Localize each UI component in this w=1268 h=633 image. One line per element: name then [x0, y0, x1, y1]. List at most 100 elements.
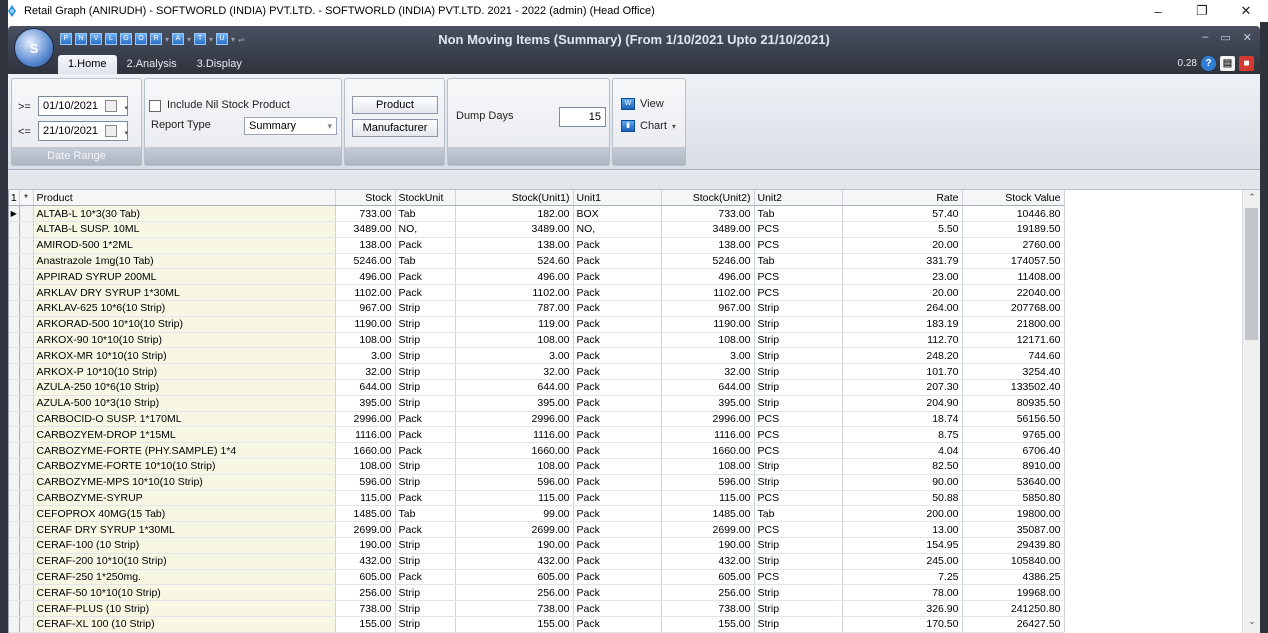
cell-product[interactable]: CERAF DRY SYRUP 1*30ML: [33, 521, 336, 539]
cell-unit2[interactable]: Tab: [754, 505, 843, 523]
table-row[interactable]: AZULA-500 10*3(10 Strip) 395.00 Strip 395.0…: [9, 395, 1065, 412]
cell-unit2[interactable]: Strip: [754, 379, 843, 396]
cell-stock-unit2[interactable]: 3.00: [661, 347, 755, 365]
cell-stock-unit2[interactable]: 108.00: [661, 458, 755, 475]
cell-rate[interactable]: 7.25: [842, 569, 963, 586]
cell-stock-unit1[interactable]: 99.00: [455, 505, 574, 523]
cell-rate[interactable]: 245.00: [842, 553, 963, 570]
cell-product[interactable]: ARKOX-MR 10*10(10 Strip): [33, 347, 336, 365]
cell-stock-unit1[interactable]: 138.00: [455, 237, 574, 254]
row-selector[interactable]: [9, 553, 20, 570]
scroll-down-icon[interactable]: ⌄: [1243, 616, 1260, 627]
cell-stock-value[interactable]: 26427.50: [962, 616, 1065, 633]
table-row[interactable]: CERAF DRY SYRUP 1*30ML 2699.00 Pack 2699.00…: [9, 521, 1065, 539]
cell-rate[interactable]: 326.90: [842, 600, 963, 618]
cell-stock-value[interactable]: 19968.00: [962, 584, 1065, 602]
cell-stock-unit[interactable]: Pack: [395, 237, 456, 254]
cell-stock-unit2[interactable]: 256.00: [661, 584, 755, 602]
cell-stock-unit[interactable]: Strip: [395, 300, 456, 317]
cell-rate[interactable]: 5.50: [842, 221, 963, 238]
cell-stock-value[interactable]: 133502.40: [962, 379, 1065, 396]
cell-stock-unit[interactable]: Pack: [395, 569, 456, 586]
header-unit2[interactable]: Unit2: [754, 190, 843, 207]
cell-stock-value[interactable]: 207768.00: [962, 300, 1065, 317]
cell-stock-unit2[interactable]: 605.00: [661, 569, 755, 586]
cell-stock-unit2[interactable]: 2996.00: [661, 411, 755, 428]
cell-stock-unit2[interactable]: 1190.00: [661, 316, 755, 333]
cell-unit1[interactable]: Pack: [573, 237, 662, 254]
cell-stock-unit1[interactable]: 395.00: [455, 395, 574, 412]
chevron-down-icon[interactable]: ▾: [124, 100, 128, 118]
table-row[interactable]: CARBOZYEM-DROP 1*15ML 1116.00 Pack 1116.00 P…: [9, 426, 1065, 444]
row-selector[interactable]: [9, 284, 20, 302]
cell-unit1[interactable]: Pack: [573, 426, 662, 444]
cell-unit2[interactable]: PCS: [754, 411, 843, 428]
cell-stock-unit[interactable]: Strip: [395, 616, 456, 633]
cell-product[interactable]: CARBOZYEM-DROP 1*15ML: [33, 426, 336, 444]
cell-stock[interactable]: 5246.00: [335, 253, 396, 270]
cell-unit1[interactable]: Pack: [573, 521, 662, 539]
cell-stock[interactable]: 1485.00: [335, 505, 396, 523]
row-selector[interactable]: [9, 268, 20, 286]
cell-unit1[interactable]: Pack: [573, 253, 662, 270]
row-selector[interactable]: [9, 505, 20, 523]
cell-unit1[interactable]: Pack: [573, 553, 662, 570]
cell-stock-unit1[interactable]: 3.00: [455, 347, 574, 365]
cell-rate[interactable]: 264.00: [842, 300, 963, 317]
cell-stock[interactable]: 432.00: [335, 553, 396, 570]
cell-unit2[interactable]: Tab: [754, 253, 843, 270]
table-row[interactable]: ▶ ALTAB-L 10*3(30 Tab) 733.00 Tab 182.00 BOX 7…: [9, 205, 1065, 223]
cell-stock-value[interactable]: 12171.60: [962, 332, 1065, 349]
cell-rate[interactable]: 207.30: [842, 379, 963, 396]
exit-icon[interactable]: ■: [1239, 56, 1254, 71]
cell-unit2[interactable]: Strip: [754, 347, 843, 365]
cell-product[interactable]: ARKLAV-625 10*6(10 Strip): [33, 300, 336, 317]
cell-product[interactable]: CARBOCID-O SUSP. 1*170ML: [33, 411, 336, 428]
table-row[interactable]: APPIRAD SYRUP 200ML 496.00 Pack 496.00 Pack 4…: [9, 268, 1065, 286]
table-row[interactable]: CARBOCID-O SUSP. 1*170ML 2996.00 Pack 2996.…: [9, 411, 1065, 428]
cell-unit2[interactable]: Tab: [754, 205, 843, 223]
cell-stock-unit1[interactable]: 738.00: [455, 600, 574, 618]
cell-unit1[interactable]: Pack: [573, 332, 662, 349]
cell-rate[interactable]: 20.00: [842, 284, 963, 302]
cell-unit2[interactable]: PCS: [754, 237, 843, 254]
cell-stock[interactable]: 190.00: [335, 537, 396, 554]
cell-unit1[interactable]: Pack: [573, 316, 662, 333]
cell-stock-unit1[interactable]: 2996.00: [455, 411, 574, 428]
cell-stock-unit1[interactable]: 1102.00: [455, 284, 574, 302]
cell-unit1[interactable]: Pack: [573, 268, 662, 286]
cell-stock-value[interactable]: 19189.50: [962, 221, 1065, 238]
cell-stock-unit1[interactable]: 182.00: [455, 205, 574, 223]
product-button[interactable]: Product: [352, 96, 438, 114]
cell-stock[interactable]: 138.00: [335, 237, 396, 254]
cell-product[interactable]: ALTAB-L SUSP. 10ML: [33, 221, 336, 238]
cell-unit2[interactable]: PCS: [754, 521, 843, 539]
tab-home[interactable]: 1.Home: [58, 55, 117, 74]
cell-unit2[interactable]: Strip: [754, 332, 843, 349]
cell-stock[interactable]: 3489.00: [335, 221, 396, 238]
cell-unit2[interactable]: Strip: [754, 474, 843, 491]
cell-stock[interactable]: 155.00: [335, 616, 396, 633]
cell-product[interactable]: ARKOX-90 10*10(10 Strip): [33, 332, 336, 349]
maximize-button[interactable]: ❐: [1180, 0, 1224, 22]
cell-rate[interactable]: 101.70: [842, 363, 963, 381]
cell-stock-unit2[interactable]: 432.00: [661, 553, 755, 570]
row-selector[interactable]: [9, 458, 20, 475]
row-selector[interactable]: [9, 253, 20, 270]
cell-stock-unit1[interactable]: 256.00: [455, 584, 574, 602]
cell-stock-value[interactable]: 53640.00: [962, 474, 1065, 491]
row-selector[interactable]: [9, 490, 20, 507]
header-unit1[interactable]: Unit1: [573, 190, 662, 207]
view-button[interactable]: W View: [621, 98, 664, 110]
cell-rate[interactable]: 13.00: [842, 521, 963, 539]
cell-stock-value[interactable]: 80935.50: [962, 395, 1065, 412]
cell-stock-unit2[interactable]: 3489.00: [661, 221, 755, 238]
cell-unit2[interactable]: Strip: [754, 395, 843, 412]
row-selector[interactable]: [9, 600, 20, 618]
cell-unit2[interactable]: Strip: [754, 600, 843, 618]
cell-rate[interactable]: 82.50: [842, 458, 963, 475]
cell-unit2[interactable]: Strip: [754, 363, 843, 381]
cell-rate[interactable]: 50.88: [842, 490, 963, 507]
cell-product[interactable]: ARKORAD-500 10*10(10 Strip): [33, 316, 336, 333]
cell-unit2[interactable]: Strip: [754, 553, 843, 570]
